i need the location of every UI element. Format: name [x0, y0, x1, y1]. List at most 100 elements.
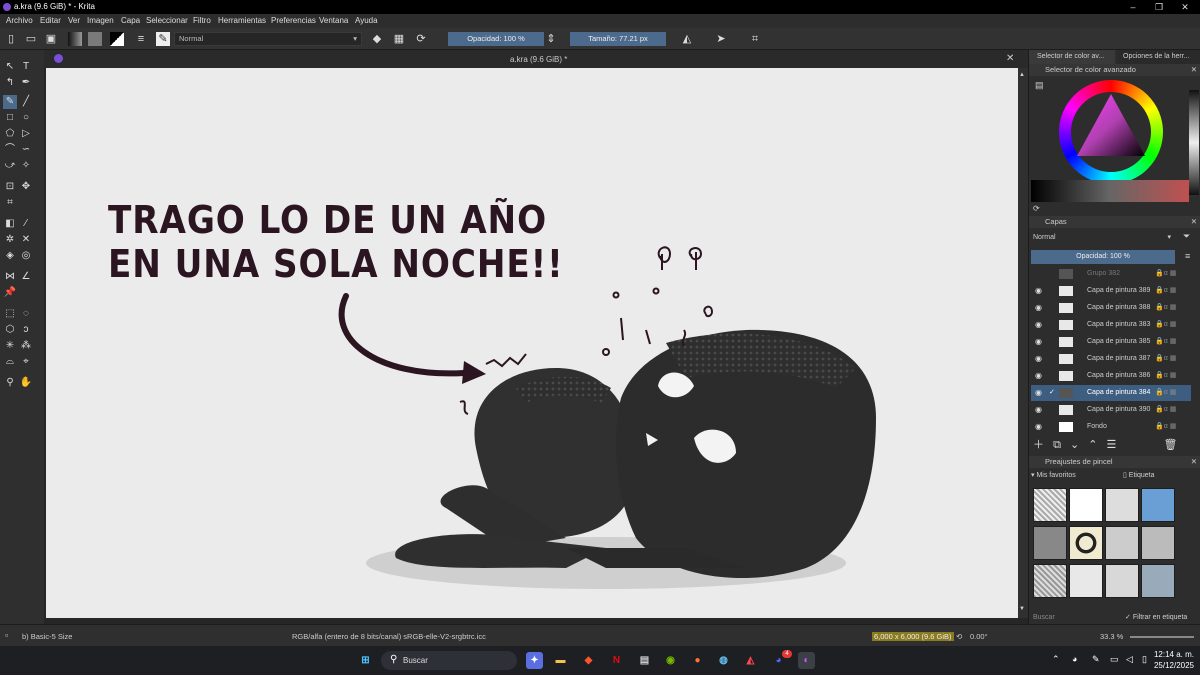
discord-tray-icon[interactable]: ◕: [1072, 654, 1077, 664]
ellipse-tool-icon[interactable]: ○: [19, 111, 33, 125]
menu-ventana[interactable]: Ventana: [319, 16, 348, 25]
freehand-brush-icon[interactable]: ✎: [3, 95, 17, 109]
menu-ayuda[interactable]: Ayuda: [355, 16, 378, 25]
eye-icon[interactable]: ◉: [1035, 385, 1042, 401]
layer-row[interactable]: ◉ Capa de pintura 390 🔒α ▦: [1031, 402, 1191, 418]
menu-imagen[interactable]: Imagen: [87, 16, 114, 25]
saturation-triangle[interactable]: [1073, 90, 1149, 170]
wrap-around-icon[interactable]: ➤: [714, 32, 728, 46]
add-layer-icon[interactable]: ＋: [1033, 439, 1044, 451]
polygon-tool-icon[interactable]: ⬠: [3, 127, 17, 141]
freehand-select-icon[interactable]: ↄ: [19, 323, 33, 337]
duplicate-layer-icon[interactable]: ⧉: [1053, 439, 1061, 451]
zoom-tool-icon[interactable]: ⚲: [3, 376, 17, 390]
brush-preset[interactable]: [1105, 564, 1139, 598]
maximize-icon[interactable]: ❐: [1146, 0, 1172, 14]
status-dimensions[interactable]: 6,000 x 6,000 (9.6 GiB): [872, 632, 954, 641]
rectangle-tool-icon[interactable]: □: [3, 111, 17, 125]
brush-preset[interactable]: [1069, 564, 1103, 598]
tab-color-selector[interactable]: Selector de color av...: [1029, 50, 1115, 64]
nvidia-icon[interactable]: ◉: [662, 652, 679, 669]
status-brush[interactable]: b) Basic-5 Size: [22, 632, 72, 641]
riot-icon[interactable]: ◭: [742, 652, 759, 669]
brush-preset[interactable]: [1069, 488, 1103, 522]
brush-preset[interactable]: [1105, 488, 1139, 522]
close-presets-icon[interactable]: ✕: [1191, 456, 1197, 468]
menu-capa[interactable]: Capa: [121, 16, 140, 25]
line-tool-icon[interactable]: ╱: [19, 95, 33, 109]
scroll-up-icon[interactable]: ▲: [1019, 72, 1025, 78]
krita-taskbar-icon[interactable]: ◐: [798, 652, 815, 669]
menu-filtro[interactable]: Filtro: [193, 16, 211, 25]
smart-patch-icon[interactable]: ✲: [3, 233, 17, 247]
presets-tag-select[interactable]: ▯ Etiqueta: [1123, 470, 1183, 482]
layer-lock-icon[interactable]: 🔒α ▦: [1155, 368, 1176, 384]
layer-row[interactable]: ◉ Capa de pintura 388 🔒α ▦: [1031, 300, 1191, 316]
blend-mode-select[interactable]: Normal ▾: [174, 32, 362, 46]
layer-lock-icon[interactable]: 🔒α ▦: [1155, 351, 1176, 367]
pan-tool-icon[interactable]: ✋: [19, 376, 33, 390]
eye-icon[interactable]: ◉: [1035, 368, 1042, 384]
eye-icon[interactable]: ◉: [1035, 334, 1042, 350]
battery-icon[interactable]: ▯: [1142, 654, 1147, 665]
layer-lock-icon[interactable]: 🔒α ▦: [1155, 317, 1176, 333]
assistant-tool-icon[interactable]: ⋈: [3, 270, 17, 284]
layer-row[interactable]: ◉ Capa de pintura 385 🔒α ▦: [1031, 334, 1191, 350]
document-tab-title[interactable]: a.kra (9.6 GiB) *: [510, 55, 567, 64]
status-rotation[interactable]: 0.00°: [970, 632, 988, 641]
close-docker-icon[interactable]: ✕: [1191, 64, 1197, 76]
similar-select-icon[interactable]: ⁂: [19, 339, 33, 353]
fg-bg-color-icon[interactable]: [110, 32, 124, 46]
layer-lock-icon[interactable]: 🔒α ▦: [1155, 266, 1176, 282]
brush-preset[interactable]: [1105, 526, 1139, 560]
canvas[interactable]: TRAGO LO DE UN AÑO EN UNA SOLA NOCHE!!: [46, 68, 1018, 618]
status-zoom[interactable]: 33.3 %: [1100, 632, 1123, 641]
filter-icon[interactable]: ⏷: [1183, 231, 1190, 242]
taskbar-search[interactable]: ⚲ Buscar: [381, 651, 517, 670]
transform-tool-icon[interactable]: ⊡: [3, 180, 17, 194]
move-layer-down-icon[interactable]: ⌄: [1070, 439, 1079, 451]
layer-properties-icon[interactable]: ☰: [1107, 439, 1117, 451]
open-document-icon[interactable]: ▭: [24, 32, 38, 46]
layer-row[interactable]: ◉ Capa de pintura 387 🔒α ▦: [1031, 351, 1191, 367]
colorize-mask-icon[interactable]: ✕: [19, 233, 33, 247]
alpha-lock-icon[interactable]: ▦: [392, 32, 406, 46]
volume-icon[interactable]: ◁: [1126, 654, 1133, 665]
layer-row[interactable]: ◉ Capa de pintura 383 🔒α ▦: [1031, 317, 1191, 333]
layer-lock-icon[interactable]: 🔒α ▦: [1155, 385, 1176, 401]
artwork[interactable]: [46, 68, 1018, 618]
layers-blend-select[interactable]: Normal ▾: [1031, 232, 1171, 244]
minimize-icon[interactable]: –: [1120, 0, 1146, 14]
fill-tool-icon[interactable]: ◈: [3, 249, 17, 263]
start-icon[interactable]: ⊞: [357, 652, 374, 669]
enclose-fill-icon[interactable]: ◎: [19, 249, 33, 263]
color-settings-icon[interactable]: ▤: [1035, 80, 1044, 91]
menu-archivo[interactable]: Archivo: [6, 16, 33, 25]
pattern-swatch-icon[interactable]: [88, 32, 102, 46]
close-layers-icon[interactable]: ✕: [1191, 216, 1197, 228]
brush-preset[interactable]: [1069, 526, 1103, 560]
text-tool-icon[interactable]: T: [19, 60, 33, 74]
tab-tool-options[interactable]: Opciones de la herr...: [1117, 50, 1200, 64]
move-tool-icon[interactable]: ✥: [19, 180, 33, 194]
file-explorer-icon[interactable]: ▬: [552, 652, 569, 669]
brush-preset[interactable]: [1141, 488, 1175, 522]
scroll-down-icon[interactable]: ▼: [1019, 606, 1025, 612]
crop-icon[interactable]: ⌗: [748, 32, 762, 46]
opacity-spin-icon[interactable]: ⇕: [544, 32, 558, 46]
brush-preset[interactable]: [1033, 564, 1067, 598]
select-shapes-icon[interactable]: ↖: [3, 60, 17, 74]
eye-icon[interactable]: ◉: [1035, 402, 1042, 418]
menu-herramientas[interactable]: Herramientas: [218, 16, 266, 25]
gradient-swatch-icon[interactable]: [68, 32, 82, 46]
color-picker-icon[interactable]: ⁄: [19, 217, 33, 231]
clock-time[interactable]: 12:14 a. m.: [1150, 650, 1194, 659]
save-icon[interactable]: ▣: [44, 32, 58, 46]
eraser-icon[interactable]: ◆: [370, 32, 384, 46]
layer-row[interactable]: ◉ Fondo 🔒α ▦: [1031, 419, 1191, 435]
layer-lock-icon[interactable]: 🔒α ▦: [1155, 283, 1176, 299]
layer-lock-icon[interactable]: 🔒α ▦: [1155, 402, 1176, 418]
presets-search-input[interactable]: Buscar: [1031, 612, 1121, 624]
multibrush-icon[interactable]: ✧: [19, 159, 33, 173]
presets-favorites-select[interactable]: ▾ Mis favoritos: [1031, 470, 1119, 482]
